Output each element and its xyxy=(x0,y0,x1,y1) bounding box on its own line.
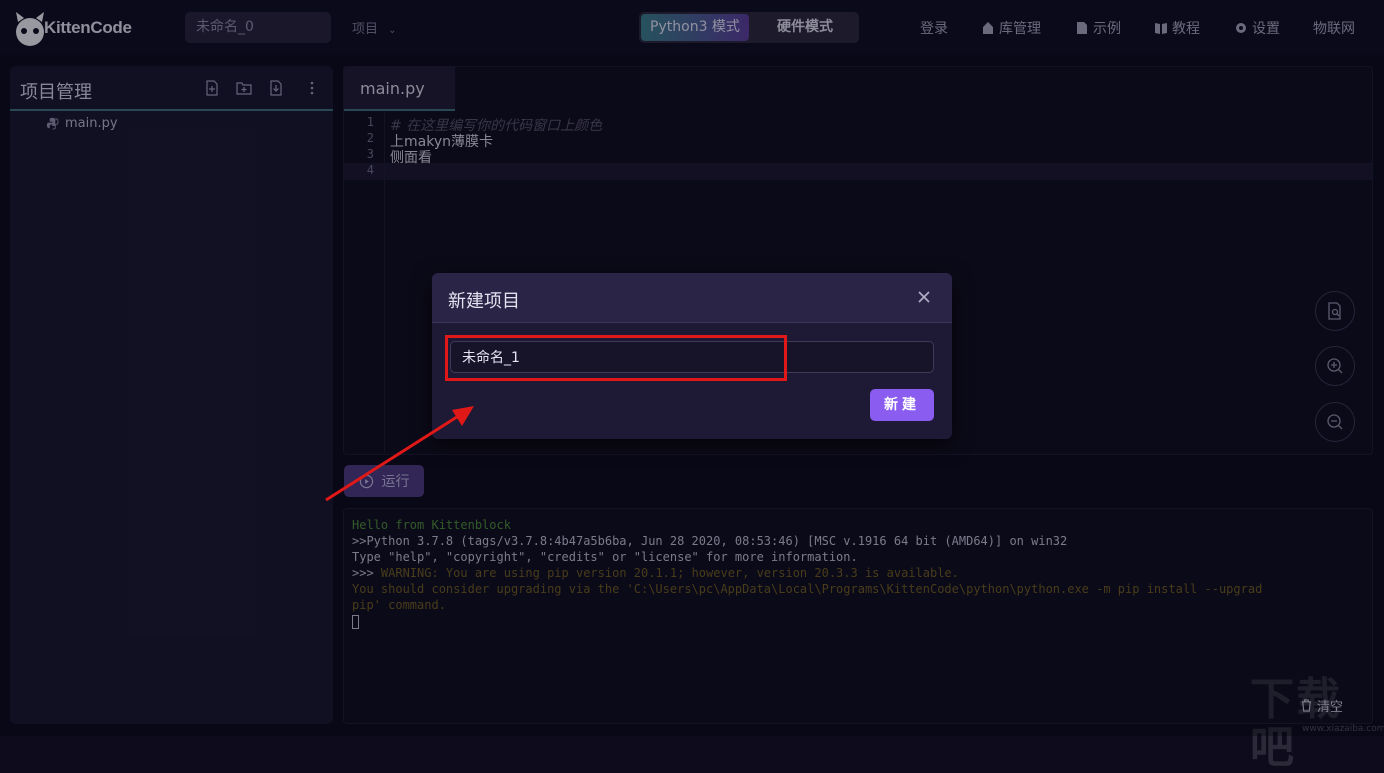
dialog-title: 新建项目 xyxy=(448,291,520,312)
create-project-button[interactable]: 新建 xyxy=(870,389,934,421)
close-icon[interactable] xyxy=(916,289,932,305)
dialog-header: 新建项目 xyxy=(432,273,952,323)
highlight-box xyxy=(445,335,787,381)
